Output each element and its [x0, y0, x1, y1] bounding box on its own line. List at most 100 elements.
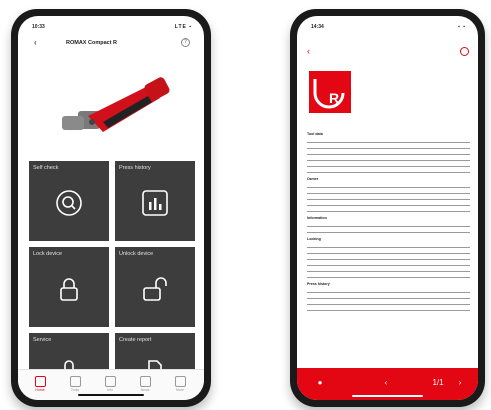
location-icon[interactable]: ● [315, 378, 325, 388]
report-value [372, 143, 470, 148]
report-key [307, 182, 372, 187]
report-value [372, 161, 470, 166]
report-row [307, 167, 470, 173]
tile-create-report[interactable]: Create report [115, 333, 195, 373]
report-key [307, 272, 372, 277]
report-value [372, 254, 470, 259]
unlock-icon [143, 277, 167, 301]
report-section-title: Information [307, 216, 327, 220]
signal-icon: LTE ▪ [174, 24, 192, 30]
report-key [307, 200, 372, 205]
report-row [307, 206, 470, 212]
tile-self-check[interactable]: Self check [29, 161, 109, 241]
tile-lock-device[interactable]: Lock device [29, 247, 109, 327]
app-header: ‹ ROMAX Compact R ? [18, 36, 204, 52]
report-value [372, 188, 470, 193]
tile-label: Self check [33, 165, 59, 171]
report-value [372, 305, 470, 310]
status-bar: 14:34 ▪ ▪ [297, 16, 478, 34]
report-key [307, 227, 372, 232]
report-key [307, 137, 372, 142]
bottom-tab-bar: Home Tools Info News More [18, 369, 204, 400]
status-time: 10:33 [32, 24, 45, 30]
report-value [372, 293, 470, 298]
tile-label: Service [33, 337, 52, 343]
tab-news[interactable]: News [137, 376, 153, 392]
more-icon [174, 376, 186, 387]
tab-more[interactable]: More [172, 376, 188, 392]
report-value [372, 149, 470, 154]
phone-device-right: 14:34 ▪ ▪ ‹ R Tool data Owner Information L… [290, 9, 485, 407]
news-icon [139, 376, 151, 387]
press-tool-image [62, 77, 170, 132]
report-value [372, 137, 470, 142]
report-key [307, 194, 372, 199]
report-key [307, 260, 372, 265]
tile-service[interactable]: Service [29, 333, 109, 373]
report-row [307, 305, 470, 311]
report-key [307, 188, 372, 193]
report-key [307, 293, 372, 298]
home-indicator [352, 395, 423, 397]
tile-label: Press history [119, 165, 151, 171]
tile-label: Create report [119, 337, 152, 343]
report-key [307, 287, 372, 292]
report-value [372, 194, 470, 199]
report-key [307, 206, 372, 211]
report-row [307, 227, 470, 233]
report-section-title: Locking [307, 237, 321, 241]
info-icon [104, 376, 116, 387]
page-title: ROMAX Compact R [66, 40, 118, 46]
report-key [307, 161, 372, 166]
tab-label: Info [107, 388, 113, 392]
tile-label: Lock device [33, 251, 63, 257]
report-value [372, 272, 470, 277]
report-key [307, 149, 372, 154]
report-key [307, 248, 372, 253]
home-icon [34, 376, 46, 387]
report-toolbar: ● ‹ 1/1 › [297, 368, 478, 400]
report-value [372, 242, 470, 247]
report-value [372, 299, 470, 304]
report-section-title: Press history [307, 282, 330, 286]
report-key [307, 221, 372, 226]
report-value [372, 221, 470, 226]
report-value [372, 260, 470, 265]
report-value [372, 266, 470, 271]
status-bar: 10:33 LTE ▪ [18, 16, 204, 34]
status-time: 14:34 [311, 24, 324, 30]
tab-label: Tools [70, 388, 80, 392]
report-value [372, 206, 470, 211]
report-document: Tool data Owner Information Locking Press hi… [307, 128, 470, 311]
report-key [307, 167, 372, 172]
page-indicator: 1/1 [432, 378, 444, 387]
report-key [307, 266, 372, 271]
home-indicator [78, 394, 144, 396]
report-value [372, 155, 470, 160]
report-value [372, 182, 470, 187]
report-key [307, 254, 372, 259]
report-value [372, 248, 470, 253]
share-icon[interactable]: ‹ [381, 378, 391, 388]
tab-home[interactable]: Home [32, 376, 48, 392]
info-icon[interactable] [460, 47, 469, 56]
tile-press-history[interactable]: Press history [115, 161, 195, 241]
tools-icon [69, 376, 81, 387]
back-button[interactable]: ‹ [34, 38, 37, 47]
tab-tools[interactable]: Tools [67, 376, 83, 392]
svg-text:R: R [329, 90, 339, 106]
back-button[interactable]: ‹ [307, 46, 310, 56]
report-section-title: Owner [307, 177, 319, 181]
report-value [372, 287, 470, 292]
tile-unlock-device[interactable]: Unlock device [115, 247, 195, 327]
rothenberger-logo: R [309, 71, 351, 113]
phone-device-left: 10:33 LTE ▪ ‹ ROMAX Compact R ? Self che… [11, 9, 211, 407]
report-value [372, 200, 470, 205]
tab-label: Home [35, 388, 45, 392]
report-section-title: Tool data [307, 132, 323, 136]
tab-label: More [176, 388, 184, 392]
help-button[interactable]: ? [181, 38, 190, 47]
next-page-button[interactable]: › [455, 378, 465, 388]
search-icon [56, 190, 82, 216]
tab-info[interactable]: Info [102, 376, 118, 392]
